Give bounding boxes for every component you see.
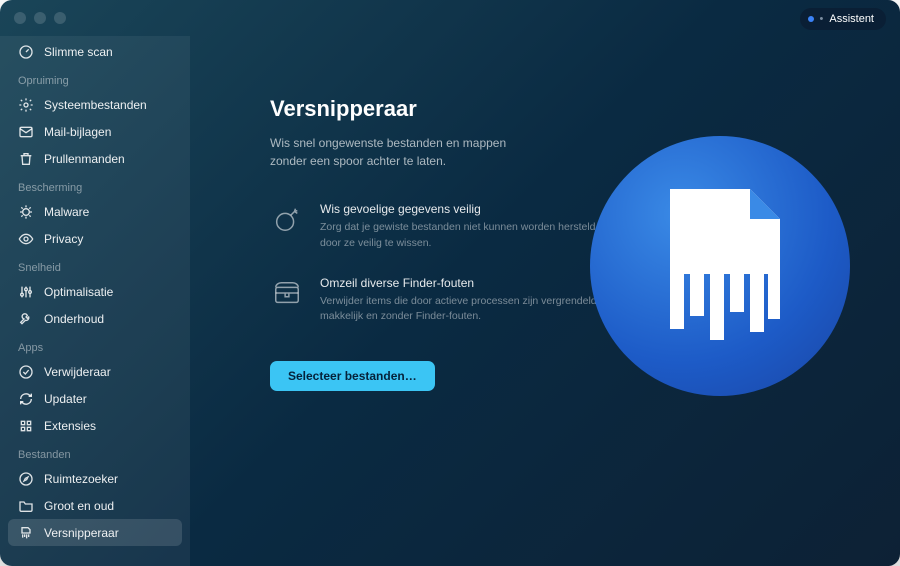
sidebar-item-prullenmanden[interactable]: Prullenmanden [8, 145, 182, 172]
sidebar-item-label: Prullenmanden [44, 152, 125, 166]
feature-title: Wis gevoelige gegevens veilig [320, 202, 610, 216]
sidebar-section-opruiming: Opruiming [8, 65, 182, 91]
sidebar-item-label: Ruimtezoeker [44, 472, 118, 486]
feature-title: Omzeil diverse Finder-fouten [320, 276, 610, 290]
compass-icon [18, 471, 34, 487]
feature-desc: Verwijder items die door actieve process… [320, 294, 610, 326]
traffic-lights [14, 12, 66, 24]
mail-icon [18, 124, 34, 140]
assistent-label: Assistent [829, 13, 874, 25]
app-body: Slimme scan Opruiming Systeembestanden M… [0, 36, 900, 566]
eye-icon [18, 231, 34, 247]
minimize-window-button[interactable] [34, 12, 46, 24]
select-files-button[interactable]: Selecteer bestanden… [270, 361, 435, 391]
maximize-window-button[interactable] [54, 12, 66, 24]
sidebar-item-label: Verwijderaar [44, 365, 111, 379]
main-content: Versnipperaar Wis snel ongewenste bestan… [190, 36, 900, 566]
sidebar: Slimme scan Opruiming Systeembestanden M… [0, 36, 190, 566]
uninstall-icon [18, 364, 34, 380]
sidebar-item-privacy[interactable]: Privacy [8, 225, 182, 252]
sidebar-section-snelheid: Snelheid [8, 252, 182, 278]
sidebar-item-label: Versnipperaar [44, 526, 119, 540]
puzzle-icon [18, 418, 34, 434]
assistent-button[interactable]: • Assistent [800, 8, 887, 30]
shredder-document-icon [640, 179, 800, 354]
sidebar-item-label: Mail-bijlagen [44, 125, 111, 139]
sidebar-item-ruimtezoeker[interactable]: Ruimtezoeker [8, 465, 182, 492]
trash-icon [18, 151, 34, 167]
sliders-icon [18, 284, 34, 300]
hero-illustration [590, 136, 850, 396]
sidebar-item-verwijderaar[interactable]: Verwijderaar [8, 358, 182, 385]
sidebar-item-extensies[interactable]: Extensies [8, 412, 182, 439]
system-icon [18, 97, 34, 113]
chest-icon [270, 276, 304, 310]
sidebar-item-mail-bijlagen[interactable]: Mail-bijlagen [8, 118, 182, 145]
sidebar-item-label: Groot en oud [44, 499, 114, 513]
sidebar-item-updater[interactable]: Updater [8, 385, 182, 412]
bomb-icon [270, 202, 304, 236]
sidebar-item-label: Malware [44, 205, 89, 219]
sidebar-item-smart-scan[interactable]: Slimme scan [8, 38, 182, 65]
page-title: Versnipperaar [270, 96, 850, 122]
bug-icon [18, 204, 34, 220]
sidebar-item-label: Extensies [44, 419, 96, 433]
sidebar-item-optimalisatie[interactable]: Optimalisatie [8, 278, 182, 305]
speedometer-icon [18, 44, 34, 60]
sidebar-section-apps: Apps [8, 332, 182, 358]
folder-icon [18, 498, 34, 514]
sidebar-item-label: Privacy [44, 232, 83, 246]
refresh-icon [18, 391, 34, 407]
assistent-separator: • [820, 13, 824, 25]
sidebar-item-malware[interactable]: Malware [8, 198, 182, 225]
sidebar-item-groot-en-oud[interactable]: Groot en oud [8, 492, 182, 519]
sidebar-item-label: Onderhoud [44, 312, 104, 326]
feature-secure-erase: Wis gevoelige gegevens veilig Zorg dat j… [270, 202, 610, 252]
close-window-button[interactable] [14, 12, 26, 24]
titlebar: • Assistent [0, 0, 900, 36]
wrench-icon [18, 311, 34, 327]
sidebar-section-bestanden: Bestanden [8, 439, 182, 465]
assistent-status-dot [808, 16, 814, 22]
sidebar-section-bescherming: Bescherming [8, 172, 182, 198]
sidebar-item-onderhoud[interactable]: Onderhoud [8, 305, 182, 332]
page-subtitle: Wis snel ongewenste bestanden en mappen … [270, 134, 530, 170]
feature-desc: Zorg dat je gewiste bestanden niet kunne… [320, 220, 610, 252]
app-window: • Assistent Slimme scan Opruiming Systee… [0, 0, 900, 566]
feature-bypass-finder: Omzeil diverse Finder-fouten Verwijder i… [270, 276, 610, 326]
sidebar-item-label: Slimme scan [44, 45, 113, 59]
sidebar-item-label: Updater [44, 392, 87, 406]
sidebar-item-label: Systeembestanden [44, 98, 147, 112]
sidebar-item-label: Optimalisatie [44, 285, 113, 299]
sidebar-item-systeembestanden[interactable]: Systeembestanden [8, 91, 182, 118]
shredder-icon [18, 525, 34, 541]
sidebar-item-versnipperaar[interactable]: Versnipperaar [8, 519, 182, 546]
